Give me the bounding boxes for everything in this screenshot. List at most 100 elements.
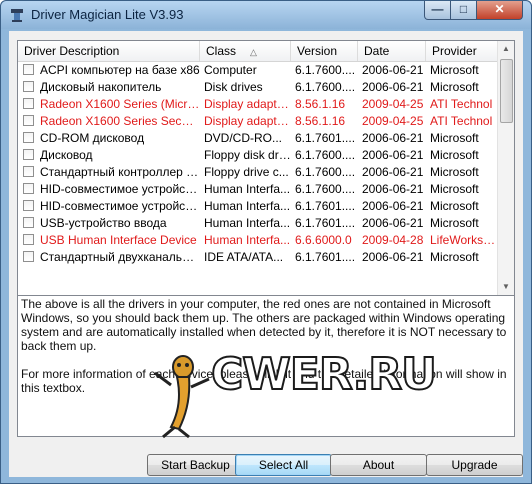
- driver-checkbox[interactable]: [23, 183, 34, 194]
- driver-desc-cell: Стандартный контроллер гиб...: [40, 165, 200, 179]
- driver-desc-cell: HID-совместимое устройство: [40, 199, 200, 213]
- driver-cls-cell: Human Interfa...: [204, 182, 291, 196]
- driver-checkbox[interactable]: [23, 115, 34, 126]
- driver-row[interactable]: Стандартный двухканальный... IDE ATA/ATA.…: [18, 249, 498, 266]
- driver-checkbox[interactable]: [23, 149, 34, 160]
- column-class[interactable]: Class △: [200, 41, 291, 61]
- minimize-icon: —: [431, 2, 444, 16]
- driver-cls-cell: Disk drives: [204, 80, 263, 94]
- driver-desc-cell: ACPI компьютер на базе x86: [40, 63, 200, 77]
- title-bar[interactable]: Driver Magician Lite V3.93 — □ ✕: [1, 1, 531, 29]
- driver-checkbox[interactable]: [23, 234, 34, 245]
- driver-prov-cell: ATI Technol: [430, 114, 493, 128]
- mascot-figure-icon: [154, 355, 210, 439]
- driver-row[interactable]: ACPI компьютер на базе x86 Computer 6.1.76…: [18, 62, 498, 79]
- driver-row[interactable]: Radeon X1600 Series Seconda... Display ad…: [18, 113, 498, 130]
- driver-ver-cell: 6.1.7601....: [295, 131, 356, 145]
- driver-cls-cell: Display adapters: [204, 114, 291, 128]
- list-body: ACPI компьютер на базе x86 Computer 6.1.76…: [18, 62, 498, 295]
- driver-desc-cell: HID-совместимое устройство...: [40, 182, 200, 196]
- driver-checkbox[interactable]: [23, 81, 34, 92]
- driver-prov-cell: Microsoft: [430, 63, 479, 77]
- column-label: Class: [206, 44, 237, 58]
- driver-date-cell: 2006-06-21: [362, 250, 424, 264]
- app-window: Driver Magician Lite V3.93 — □ ✕ Driver …: [0, 0, 532, 484]
- maximize-button[interactable]: □: [450, 1, 477, 20]
- driver-list[interactable]: Driver Description Class △ Version Date P…: [17, 40, 515, 296]
- driver-ver-cell: 6.6.6000.0: [295, 233, 352, 247]
- driver-ver-cell: 6.1.7601....: [295, 250, 356, 264]
- driver-ver-cell: 6.1.7600....: [295, 63, 356, 77]
- driver-ver-cell: 6.1.7600....: [295, 80, 356, 94]
- driver-date-cell: 2006-06-21: [362, 63, 424, 77]
- maximize-icon: □: [459, 2, 468, 16]
- driver-row[interactable]: HID-совместимое устройство Human Interfa.…: [18, 198, 498, 215]
- column-label: Version: [297, 44, 338, 58]
- scrollbar-thumb[interactable]: [500, 59, 513, 123]
- driver-date-cell: 2009-04-28: [362, 233, 424, 247]
- watermark: CWER.RU: [149, 348, 438, 445]
- driver-prov-cell: Microsoft: [430, 182, 479, 196]
- driver-desc-cell: Дисковод: [40, 148, 93, 162]
- driver-cls-cell: Human Interfa...: [204, 216, 291, 230]
- driver-ver-cell: 8.56.1.16: [295, 97, 346, 111]
- driver-ver-cell: 6.1.7600....: [295, 148, 356, 162]
- driver-row[interactable]: HID-совместимое устройство... Human Inter…: [18, 181, 498, 198]
- driver-date-cell: 2009-04-25: [362, 114, 424, 128]
- driver-row[interactable]: USB Human Interface Device Human Interfa.…: [18, 232, 498, 249]
- driver-row[interactable]: Стандартный контроллер гиб... Floppy driv…: [18, 164, 498, 181]
- column-label: Driver Description: [24, 44, 120, 58]
- minimize-button[interactable]: —: [424, 1, 451, 20]
- driver-row[interactable]: Radeon X1600 Series (Microsof... Display …: [18, 96, 498, 113]
- driver-date-cell: 2006-06-21: [362, 148, 424, 162]
- driver-checkbox[interactable]: [23, 64, 34, 75]
- driver-prov-cell: Microsoft: [430, 165, 479, 179]
- column-label: Date: [364, 44, 390, 58]
- driver-cls-cell: IDE ATA/ATA...: [204, 250, 284, 264]
- select-all-button[interactable]: Select All: [235, 454, 332, 476]
- close-icon: ✕: [494, 2, 505, 16]
- driver-prov-cell: Microsoft: [430, 250, 479, 264]
- driver-checkbox[interactable]: [23, 98, 34, 109]
- driver-checkbox[interactable]: [23, 166, 34, 177]
- driver-row[interactable]: CD-ROM дисковод DVD/CD-RO... 6.1.7601.... 2…: [18, 130, 498, 147]
- column-date[interactable]: Date: [358, 41, 426, 61]
- window-title: Driver Magician Lite V3.93: [31, 7, 184, 22]
- driver-cls-cell: Computer: [204, 63, 257, 77]
- sort-ascending-icon: △: [250, 47, 257, 57]
- column-version[interactable]: Version: [291, 41, 358, 61]
- driver-cls-cell: Floppy drive c...: [204, 165, 289, 179]
- driver-desc-cell: USB Human Interface Device: [40, 233, 197, 247]
- driver-checkbox[interactable]: [23, 217, 34, 228]
- driver-date-cell: 2009-04-25: [362, 97, 424, 111]
- driver-prov-cell: LifeWorks Te: [430, 233, 498, 247]
- driver-row[interactable]: Дисковод Floppy disk dri... 6.1.7600.... 20…: [18, 147, 498, 164]
- driver-date-cell: 2006-06-21: [362, 216, 424, 230]
- driver-checkbox[interactable]: [23, 251, 34, 262]
- driver-ver-cell: 6.1.7601....: [295, 216, 356, 230]
- driver-checkbox[interactable]: [23, 132, 34, 143]
- scroll-down-icon[interactable]: ▼: [498, 279, 514, 295]
- driver-cls-cell: Display adapters: [204, 97, 291, 111]
- close-button[interactable]: ✕: [476, 1, 523, 20]
- driver-prov-cell: Microsoft: [430, 216, 479, 230]
- driver-date-cell: 2006-06-21: [362, 131, 424, 145]
- client-area: Driver Description Class △ Version Date P…: [9, 31, 523, 477]
- driver-row[interactable]: Дисковый накопитель Disk drives 6.1.7600..…: [18, 79, 498, 96]
- start-backup-button[interactable]: Start Backup: [147, 454, 244, 476]
- vertical-scrollbar[interactable]: ▲ ▼: [497, 41, 514, 295]
- upgrade-button[interactable]: Upgrade: [426, 454, 523, 476]
- driver-desc-cell: Radeon X1600 Series (Microsof...: [40, 97, 200, 111]
- driver-prov-cell: ATI Technol: [430, 97, 493, 111]
- column-driver-description[interactable]: Driver Description: [18, 41, 200, 61]
- driver-checkbox[interactable]: [23, 200, 34, 211]
- watermark-text: CWER.RU: [210, 348, 438, 401]
- driver-cls-cell: Human Interfa...: [204, 199, 291, 213]
- column-provider[interactable]: Provider: [426, 41, 498, 61]
- scroll-up-icon[interactable]: ▲: [498, 41, 514, 57]
- about-button[interactable]: About: [330, 454, 427, 476]
- driver-desc-cell: USB-устройство ввода: [40, 216, 167, 230]
- driver-cls-cell: DVD/CD-RO...: [204, 131, 282, 145]
- driver-row[interactable]: USB-устройство ввода Human Interfa... 6.1.…: [18, 215, 498, 232]
- driver-prov-cell: Microsoft: [430, 199, 479, 213]
